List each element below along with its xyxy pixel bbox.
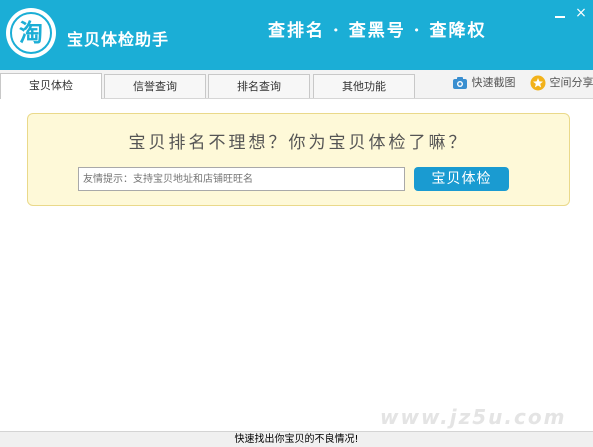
star-icon — [530, 75, 546, 91]
header-slogan: 查排名 · 查黑号 · 查降权 — [268, 16, 487, 41]
status-bar: 快速找出你宝贝的不良情况! — [0, 431, 593, 447]
check-button[interactable]: 宝贝体检 — [414, 167, 509, 191]
tab-ranking-query[interactable]: 排名查询 — [208, 74, 310, 98]
tab-other-functions[interactable]: 其他功能 — [313, 74, 415, 98]
app-logo: 淘 — [6, 8, 56, 58]
panel-headline: 宝贝排名不理想？你为宝贝体检了嘛？ — [28, 128, 569, 153]
logo-char: 淘 — [10, 12, 52, 54]
close-button[interactable]: × — [573, 6, 589, 20]
minimize-icon — [555, 16, 565, 18]
tab-baby-check[interactable]: 宝贝体检 — [0, 73, 102, 99]
check-panel: 宝贝排名不理想？你为宝贝体检了嘛？ 宝贝体检 — [27, 113, 570, 206]
quick-screenshot-button[interactable]: 快速截图 — [452, 75, 516, 91]
app-header: 淘 宝贝体检助手 查排名 · 查黑号 · 查降权 × — [0, 0, 593, 70]
space-share-button[interactable]: 空间分享 — [530, 75, 593, 91]
space-share-label: 空间分享 — [550, 76, 593, 89]
camera-icon — [452, 76, 468, 90]
status-text: 快速找出你宝贝的不良情况! — [234, 434, 358, 445]
quick-screenshot-label: 快速截图 — [472, 76, 516, 89]
tab-credit-query[interactable]: 信誉查询 — [104, 74, 206, 98]
app-title: 宝贝体检助手 — [67, 26, 169, 50]
minimize-button[interactable] — [552, 6, 568, 20]
search-input[interactable] — [78, 167, 405, 191]
watermark-text: www.jz5u.com — [380, 405, 566, 429]
